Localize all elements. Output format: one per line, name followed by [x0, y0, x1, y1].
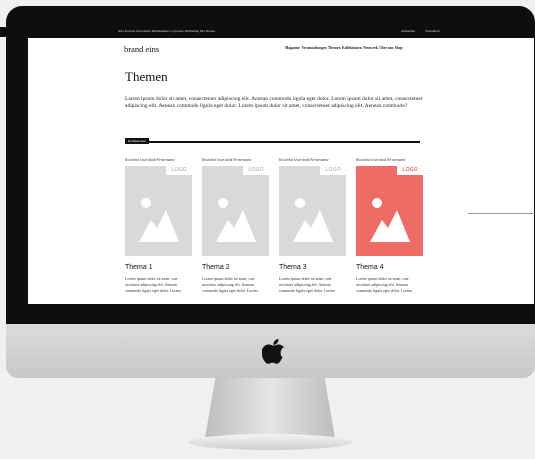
image-placeholder-icon [370, 198, 410, 242]
monitor-stand [205, 378, 335, 438]
utility-links[interactable]: Abo Podcast Newsletter Medienkunst Corpo… [118, 29, 215, 33]
brand-logo[interactable]: brand eins [124, 44, 159, 54]
nav-item-themes[interactable]: Themen [328, 46, 341, 50]
nav-item-magazine[interactable]: Magazine [285, 46, 300, 50]
card-title[interactable]: Thema 2 [202, 264, 269, 271]
card-title[interactable]: Thema 4 [356, 264, 423, 271]
annotation-pointer-line [468, 213, 535, 214]
card-image[interactable]: LOGO [202, 166, 269, 256]
card-text: Lorem ipsum dolor sit amet, con-sectetue… [279, 276, 335, 293]
section-tag: Kollektionen [125, 138, 149, 144]
card-text: Lorem ipsum dolor sit amet, con-sectetue… [125, 276, 181, 293]
cart-link[interactable]: Warenkorb [425, 29, 440, 33]
topic-card-4[interactable]: Kostenlos lesen dank Firmenname LOGO The… [356, 158, 423, 294]
card-sponsor-caption: Kostenlos lesen dank Firmenname [356, 158, 406, 162]
apple-logo-icon [262, 339, 284, 364]
image-placeholder-icon [216, 198, 256, 242]
utility-bar: Abo Podcast Newsletter Medienkunst Corpo… [0, 27, 535, 37]
nav-item-collections[interactable]: Kollektionen [342, 46, 362, 50]
image-placeholder-icon [139, 198, 179, 242]
sponsor-logo: LOGO [166, 166, 192, 175]
card-title[interactable]: Thema 3 [279, 264, 346, 271]
topic-card-3[interactable]: Kostenlos lesen dank Firmenname LOGO The… [279, 158, 346, 294]
topic-card-2[interactable]: Kostenlos lesen dank Firmenname LOGO The… [202, 158, 269, 294]
nav-item-shop[interactable]: Shop [395, 46, 403, 50]
nav-item-network[interactable]: Netzwerk [363, 46, 378, 50]
sponsor-logo: LOGO [397, 166, 423, 175]
section-divider [125, 141, 420, 143]
card-title[interactable]: Thema 1 [125, 264, 192, 271]
monitor-base [188, 434, 352, 450]
card-image[interactable]: LOGO [279, 166, 346, 256]
nav-item-events[interactable]: Veranstaltungen [301, 46, 326, 50]
sponsor-logo: LOGO [320, 166, 346, 175]
sponsor-logo: LOGO [243, 166, 269, 175]
login-link[interactable]: Anmelden [401, 29, 415, 33]
card-sponsor-caption: Kostenlos lesen dank Firmenname [279, 158, 329, 162]
card-sponsor-caption: Kostenlos lesen dank Firmenname [202, 158, 252, 162]
card-text: Lorem ipsum dolor sit amet, con-sectetue… [202, 276, 258, 293]
image-placeholder-icon [293, 198, 333, 242]
card-sponsor-caption: Kostenlos lesen dank Firmenname [125, 158, 175, 162]
page-title: Themen [125, 69, 168, 84]
nav-item-about[interactable]: Über uns [379, 46, 393, 50]
main-navigation: MagazineVeranstaltungenThemenKollektione… [285, 46, 404, 50]
card-image[interactable]: LOGO [125, 166, 192, 256]
intro-text: Lorem ipsum dolor sit amet, consectetuer… [125, 96, 423, 109]
website-screen: brand eins MagazineVeranstaltungenThemen… [28, 38, 534, 304]
imac-mockup: Abo Podcast Newsletter Medienkunst Corpo… [0, 0, 535, 459]
card-image[interactable]: LOGO [356, 166, 423, 256]
card-text: Lorem ipsum dolor sit amet, con-sectetue… [356, 276, 412, 293]
topic-card-1[interactable]: Kostenlos lesen dank Firmenname LOGO The… [125, 158, 192, 294]
